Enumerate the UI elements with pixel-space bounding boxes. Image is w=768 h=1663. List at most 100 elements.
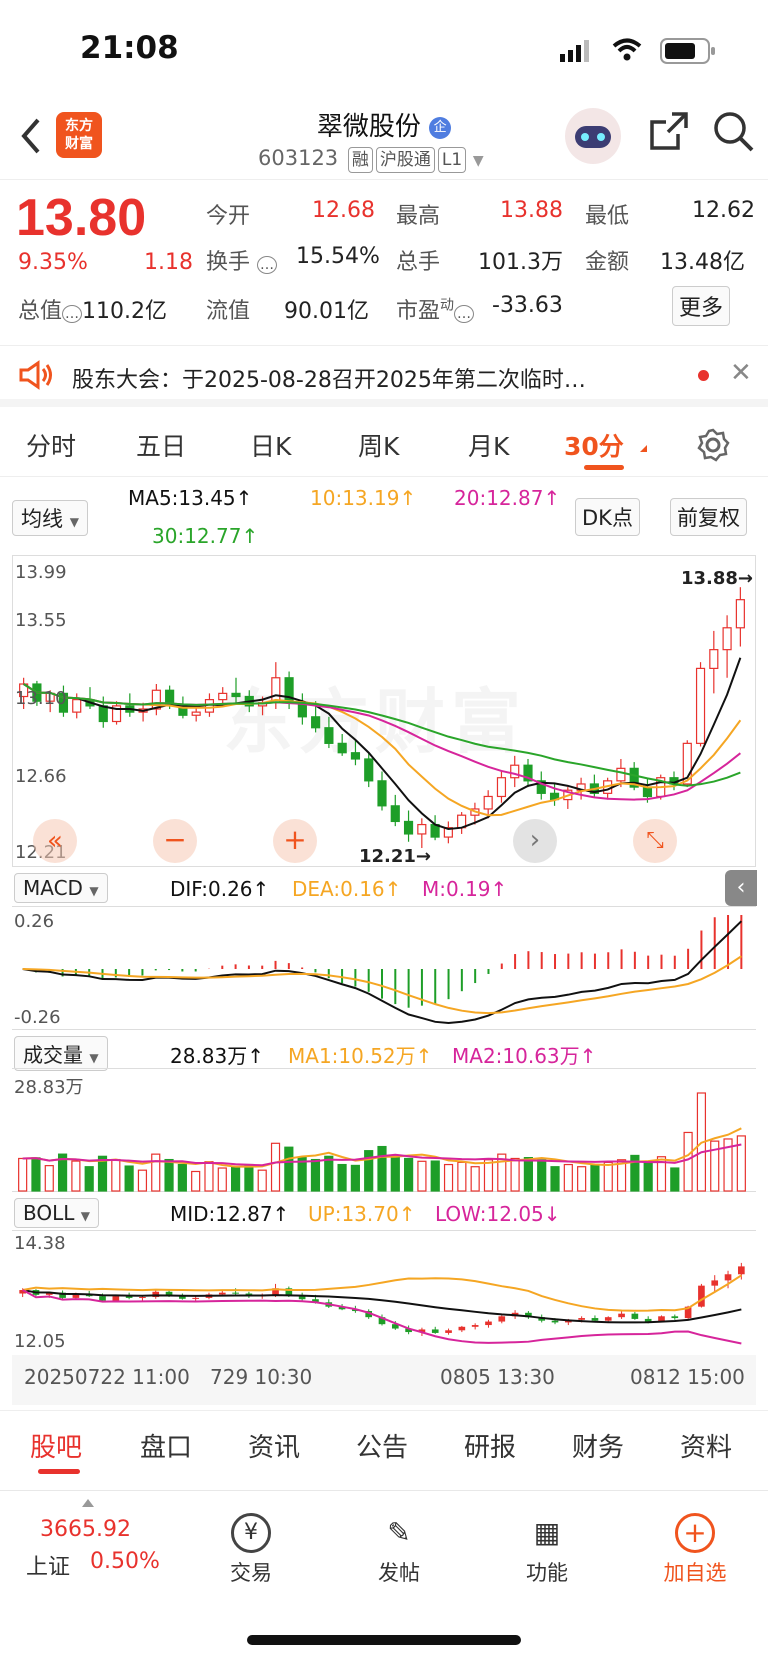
tag-margin: 融 (347, 147, 373, 173)
volume-bar (577, 1166, 587, 1192)
active-tab-indicator (38, 1469, 80, 1474)
volume-bar (563, 1163, 573, 1192)
indicator-select-volume[interactable]: 成交量 ▼ (14, 1036, 108, 1071)
quote-panel: 13.80 9.35% 1.18 总值… 110.2亿 今开 12.68 最高 1… (0, 180, 768, 340)
functions-button[interactable]: ▦ 功能 (492, 1513, 602, 1587)
y-tick-label: 13.10 (15, 688, 67, 709)
pe-label: 市盈动… (396, 293, 475, 325)
candle-body (231, 692, 241, 698)
boll-candle-body (618, 1313, 625, 1318)
tab-weekly[interactable]: 周K (358, 427, 399, 463)
info-icon[interactable]: … (454, 305, 475, 323)
tag-connect: 沪股通 (375, 147, 435, 173)
volume-bar (550, 1166, 560, 1192)
candle-body (72, 699, 82, 713)
tab-research[interactable]: 研报 (464, 1427, 516, 1464)
tab-pankou[interactable]: 盘口 (140, 1427, 192, 1464)
battery-icon (660, 38, 715, 64)
volume-bar (483, 1159, 494, 1192)
volume-bar (137, 1169, 148, 1192)
boll-candle-body (139, 1297, 146, 1299)
low-label: 最低 (585, 204, 630, 229)
enterprise-badge: 企 (429, 116, 452, 139)
candle-body (642, 786, 653, 798)
turnover-label: 换手 … (206, 244, 278, 276)
notice-text: 股东大会：于2025-08-28召开2025年第二次临时… (72, 368, 586, 393)
tab-intraday[interactable]: 分时 (26, 427, 76, 463)
scroll-left-button[interactable]: « (33, 819, 77, 863)
trade-button[interactable]: ¥ 交易 (196, 1513, 306, 1587)
volume-bar (204, 1161, 214, 1192)
info-icon[interactable]: … (62, 305, 83, 323)
notice-bar[interactable]: 股东大会：于2025-08-28召开2025年第二次临时… ✕ (0, 345, 768, 407)
adjust-button[interactable]: 前复权 (670, 498, 747, 536)
tab-30min[interactable]: 30分 (564, 427, 624, 463)
macd-chart: 0.26 -0.26 (12, 906, 756, 1030)
kline-chart[interactable]: 东方财富 13.99 13.55 13.10 12.66 12.21 13.88… (12, 555, 756, 867)
yen-icon: ¥ (231, 1513, 271, 1553)
macd-m: M:0.19↑ (422, 877, 508, 901)
share-icon[interactable] (648, 110, 690, 152)
more-button[interactable]: 更多 (672, 286, 731, 326)
macd-dif: DIF:0.26↑ (170, 877, 270, 901)
chevron-down-icon: ▼ (89, 1051, 99, 1065)
current-price: 13.80 (16, 189, 147, 247)
add-watchlist-button[interactable]: + 加自选 (640, 1513, 750, 1587)
time-label: 0805 13:30 (440, 1365, 555, 1389)
tab-announcements[interactable]: 公告 (356, 1427, 408, 1464)
boll-mid: MID:12.87↑ (170, 1202, 290, 1226)
amount-value: 13.48亿 (660, 250, 745, 275)
candle-body (324, 727, 334, 744)
tab-monthly[interactable]: 月K (468, 427, 509, 463)
plus-circle-icon: + (675, 1513, 715, 1553)
candle-body (403, 820, 414, 835)
chevron-down-icon[interactable]: ▼ (473, 153, 484, 169)
boll-candle-body (498, 1316, 506, 1322)
boll-candle-body (604, 1317, 612, 1321)
search-icon[interactable] (712, 110, 756, 154)
active-tab-indicator (584, 465, 624, 470)
tab-guba[interactable]: 股吧 (30, 1427, 82, 1464)
volume-y-top: 28.83万 (14, 1077, 84, 1098)
volume-bar (390, 1155, 400, 1192)
index-value[interactable]: 3665.92 (40, 1517, 131, 1542)
assistant-avatar[interactable] (565, 108, 621, 164)
y-tick-label: 13.99 (15, 562, 67, 583)
volume-bar (257, 1169, 267, 1192)
tab-daily[interactable]: 日K (250, 427, 291, 463)
indicator-select-macd[interactable]: MACD ▼ (14, 873, 108, 903)
grid-icon: ▦ (533, 1516, 561, 1549)
zoom-out-button[interactable]: − (153, 819, 197, 863)
info-icon[interactable]: … (257, 256, 278, 274)
index-pct: 0.50% (90, 1549, 160, 1574)
tab-five-day[interactable]: 五日 (136, 427, 186, 463)
close-icon[interactable]: ✕ (730, 358, 752, 388)
expand-icon[interactable]: ⤡ (633, 819, 677, 863)
change-amount: 1.18 (144, 250, 193, 275)
volume-bar (430, 1160, 440, 1192)
expand-up-icon[interactable] (82, 1499, 94, 1507)
volume-bar (337, 1163, 347, 1192)
candle-body (483, 795, 493, 810)
volume-bar (164, 1158, 174, 1192)
volume-bar (31, 1157, 41, 1192)
volume-bar (231, 1166, 241, 1192)
zoom-in-button[interactable]: + (273, 819, 317, 863)
indicator-select-ma[interactable]: 均线 ▼ (12, 500, 88, 536)
scroll-right-button[interactable]: › (513, 819, 557, 863)
ma10-label: 10:13.19↑ (310, 486, 417, 510)
candle-body (364, 758, 374, 782)
collapse-panel-button[interactable]: ‹ (725, 870, 757, 906)
post-button[interactable]: ✎ 发帖 (344, 1513, 454, 1587)
indicator-select-boll[interactable]: BOLL ▼ (14, 1198, 99, 1228)
amount-label: 金额 (585, 250, 630, 275)
macd-y-bottom: -0.26 (14, 1007, 61, 1028)
ma5-label: MA5:13.45↑ (128, 486, 253, 510)
tab-news[interactable]: 资讯 (248, 1427, 300, 1464)
volume-bar (457, 1161, 467, 1192)
dk-point-button[interactable]: DK点 (575, 498, 640, 536)
tab-profile[interactable]: 资料 (680, 1427, 732, 1464)
boll-up: UP:13.70↑ (308, 1202, 416, 1226)
gear-icon[interactable] (695, 427, 731, 463)
tab-finance[interactable]: 财务 (572, 1427, 624, 1464)
